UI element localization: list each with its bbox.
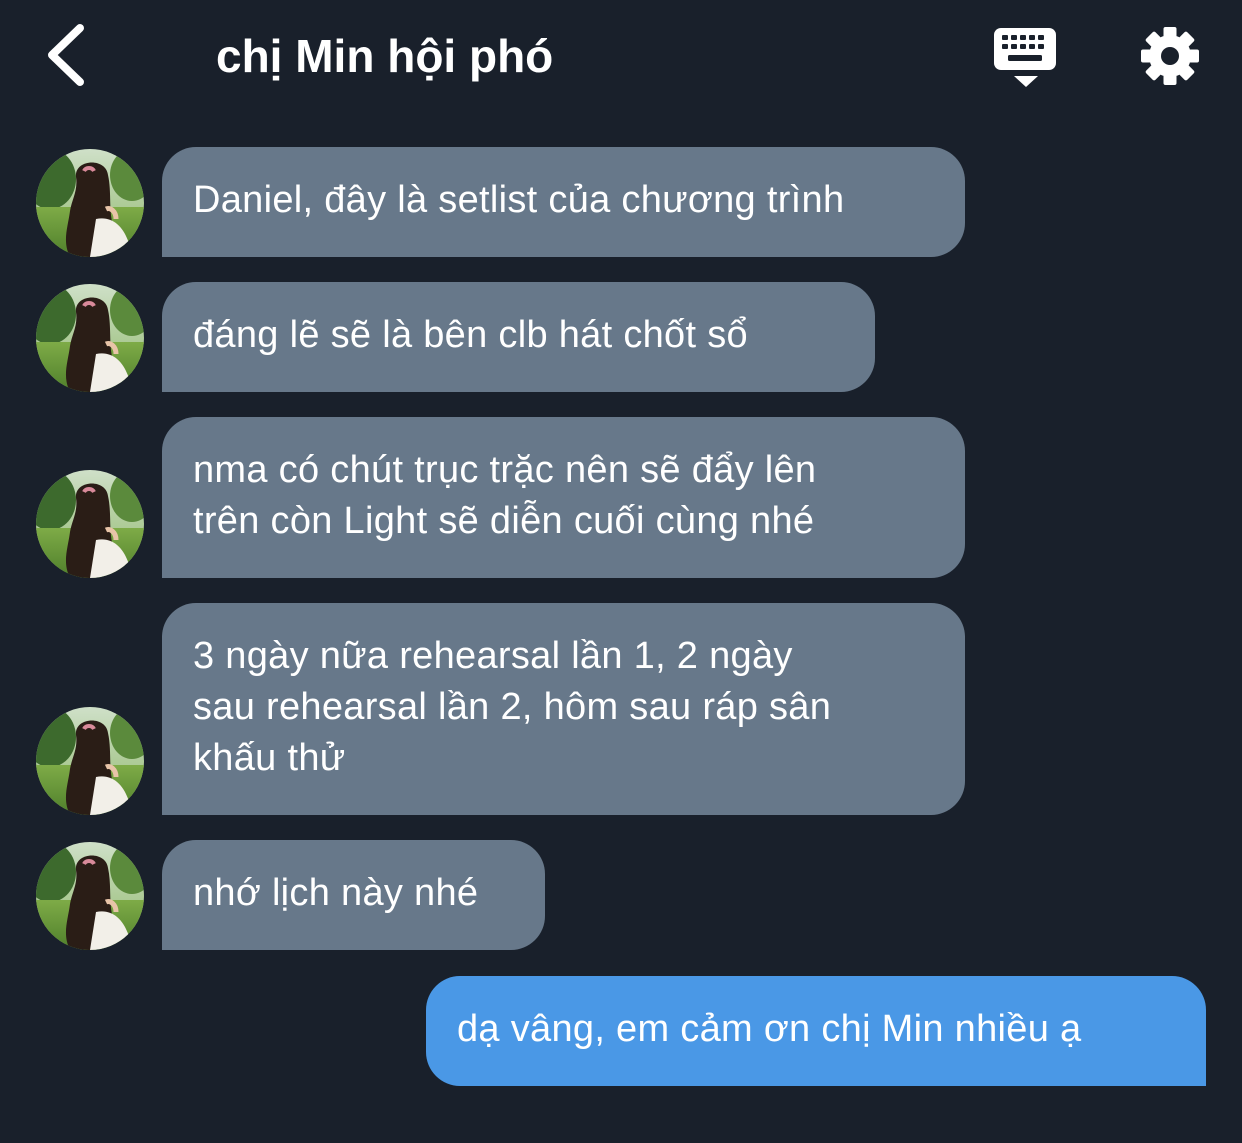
chat-title: chị Min hội phó: [216, 30, 554, 82]
outgoing-message-bubble[interactable]: dạ vâng, em cảm ơn chị Min nhiều ạ: [426, 976, 1206, 1086]
incoming-message-bubble[interactable]: Daniel, đây là setlist của chương trình: [162, 147, 965, 257]
message-line: trên còn Light sẽ diễn cuối cùng nhé: [193, 500, 815, 542]
message-line: nma có chút trục trặc nên sẽ đẩy lên: [193, 449, 817, 491]
contact-avatar[interactable]: [36, 707, 144, 815]
settings-button[interactable]: [1138, 24, 1202, 88]
keyboard-icon: [994, 28, 1056, 87]
keyboard-button[interactable]: [992, 24, 1060, 90]
message-line: đáng lẽ sẽ là bên clb hát chốt sổ: [193, 314, 748, 356]
gear-icon: [1141, 27, 1199, 85]
contact-avatar[interactable]: [36, 470, 144, 578]
back-button[interactable]: [38, 20, 98, 90]
contact-avatar[interactable]: [36, 842, 144, 950]
chat-header: chị Min hội phó: [0, 0, 1242, 112]
message-line: sau rehearsal lần 2, hôm sau ráp sân: [193, 686, 832, 728]
message-line: nhớ lịch này nhé: [193, 872, 479, 914]
message-line: khấu thử: [193, 737, 346, 779]
chevron-left-icon: [48, 24, 84, 86]
message-line: dạ vâng, em cảm ơn chị Min nhiều ạ: [457, 1008, 1082, 1050]
message-line: Daniel, đây là setlist của chương trình: [193, 179, 845, 221]
incoming-message-bubble[interactable]: nma có chút trục trặc nên sẽ đẩy lên trê…: [162, 417, 965, 578]
incoming-message-bubble[interactable]: nhớ lịch này nhé: [162, 840, 545, 950]
contact-avatar[interactable]: [36, 149, 144, 257]
incoming-message-bubble[interactable]: đáng lẽ sẽ là bên clb hát chốt sổ: [162, 282, 875, 392]
incoming-message-bubble[interactable]: 3 ngày nữa rehearsal lần 1, 2 ngày sau r…: [162, 603, 965, 815]
message-line: 3 ngày nữa rehearsal lần 1, 2 ngày: [193, 635, 793, 677]
contact-avatar[interactable]: [36, 284, 144, 392]
